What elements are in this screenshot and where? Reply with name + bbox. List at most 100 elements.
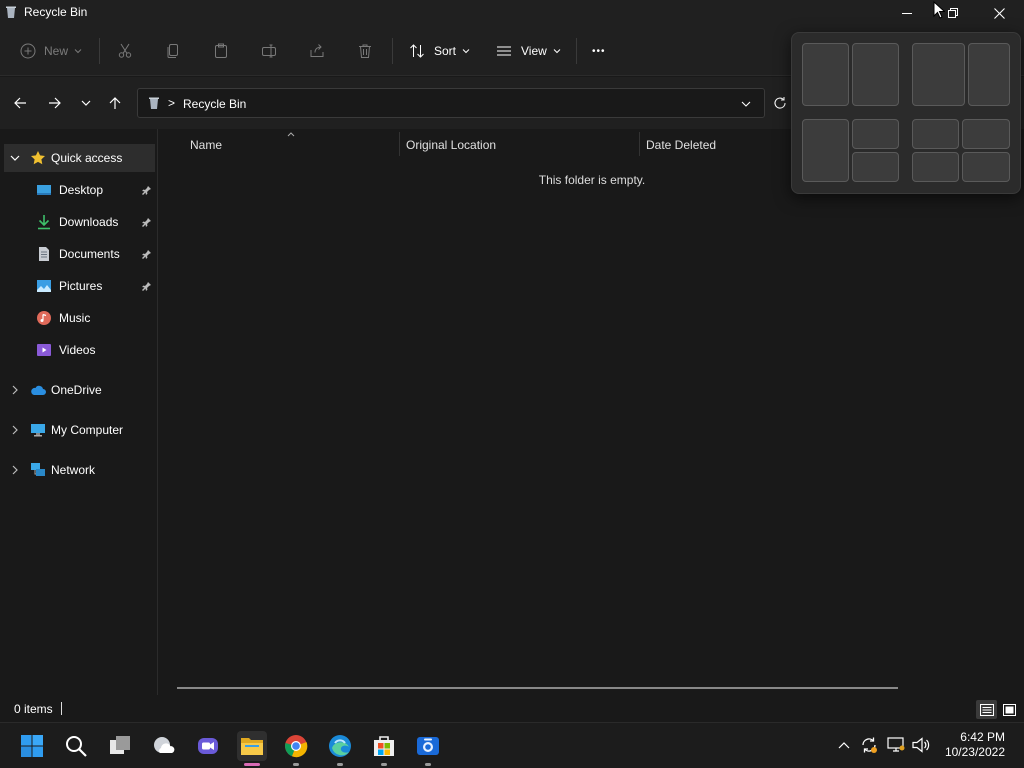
chevron-down-icon <box>462 49 470 54</box>
forward-button[interactable] <box>45 92 65 114</box>
sidebar-item-network[interactable]: Network <box>4 456 155 484</box>
sidebar-item-onedrive[interactable]: OneDrive <box>4 376 155 404</box>
camera-taskbar-button[interactable] <box>413 731 443 766</box>
large-icons-view-button[interactable] <box>999 700 1020 719</box>
sidebar-item-music[interactable]: Music <box>36 304 156 332</box>
sidebar-item-label: Downloads <box>59 215 119 229</box>
snap-zone-quad-bottom-left[interactable] <box>912 152 959 182</box>
snap-zone-quad-top-left[interactable] <box>912 119 959 149</box>
share-button[interactable] <box>309 39 325 63</box>
folder-icon <box>241 738 263 755</box>
share-icon <box>310 44 324 57</box>
sidebar-item-my-computer[interactable]: My Computer <box>4 416 155 444</box>
snap-zone-halves-right[interactable] <box>852 43 899 106</box>
snap-zone-quad-top-right[interactable] <box>962 119 1010 149</box>
column-divider[interactable] <box>399 132 400 156</box>
sidebar-item-desktop[interactable]: Desktop <box>36 176 156 204</box>
address-bar[interactable]: > Recycle Bin <box>137 88 765 118</box>
view-button[interactable]: View <box>496 39 561 63</box>
up-button[interactable] <box>105 92 125 114</box>
back-button[interactable] <box>10 92 30 114</box>
chat-button[interactable] <box>193 731 223 761</box>
chevron-right-icon[interactable] <box>10 465 20 475</box>
start-button[interactable] <box>17 731 47 761</box>
navigation-pane: Quick access Desktop Downloads Documents… <box>0 129 158 695</box>
store-taskbar-button[interactable] <box>369 731 399 766</box>
sidebar-item-documents[interactable]: Documents <box>36 240 156 268</box>
chevron-right-icon[interactable] <box>10 425 20 435</box>
sort-button[interactable]: Sort <box>409 39 470 63</box>
snap-zone-narrow-right[interactable] <box>968 43 1010 106</box>
snap-zone-top-right[interactable] <box>852 119 899 149</box>
rename-button[interactable] <box>261 39 277 63</box>
cloud-icon <box>31 385 46 395</box>
sidebar-item-label: My Computer <box>51 423 124 437</box>
task-view-button[interactable] <box>105 731 135 761</box>
weather-cloud-icon <box>154 737 175 753</box>
cut-button[interactable] <box>117 39 133 63</box>
sync-icon[interactable] <box>860 736 878 754</box>
widgets-button[interactable] <box>149 731 179 761</box>
view-label: View <box>521 44 547 58</box>
breadcrumb-separator: > <box>168 96 176 110</box>
snap-zone-bottom-right[interactable] <box>852 152 899 182</box>
edge-taskbar-button[interactable] <box>325 731 355 766</box>
sidebar-item-label: Pictures <box>59 279 103 293</box>
sidebar-item-label: Music <box>59 311 91 325</box>
file-list: Name Original Location Date Deleted This… <box>160 129 1024 695</box>
refresh-button[interactable] <box>770 92 790 114</box>
music-icon <box>37 311 51 325</box>
videos-icon <box>37 344 51 356</box>
chevron-down-icon[interactable] <box>10 153 20 163</box>
text-caret <box>61 702 62 715</box>
chrome-taskbar-button[interactable] <box>281 731 311 766</box>
arrow-up-icon <box>109 97 121 109</box>
refresh-icon <box>774 97 786 109</box>
snap-zone-quad-bottom-right[interactable] <box>962 152 1010 182</box>
pictures-icon <box>37 280 51 292</box>
minimize-button[interactable] <box>884 0 930 26</box>
close-button[interactable] <box>976 0 1022 26</box>
snap-zone-main-left[interactable] <box>802 119 849 182</box>
network-tray-icon[interactable] <box>887 737 905 753</box>
paste-button[interactable] <box>213 39 229 63</box>
sidebar-item-downloads[interactable]: Downloads <box>36 208 156 236</box>
file-explorer-taskbar-button[interactable] <box>237 731 267 766</box>
sort-ascending-icon <box>287 132 295 137</box>
volume-icon[interactable] <box>912 737 930 753</box>
chevron-up-icon[interactable] <box>838 740 850 750</box>
active-indicator <box>244 763 260 766</box>
snap-layouts-flyout <box>791 32 1021 194</box>
document-icon <box>39 247 49 261</box>
column-divider[interactable] <box>639 132 640 156</box>
pin-icon <box>142 218 151 227</box>
snap-zone-wide-left[interactable] <box>912 43 965 106</box>
see-more-button[interactable]: ••• <box>592 39 606 63</box>
title-bar: Recycle Bin <box>0 0 1024 26</box>
breadcrumb-location[interactable]: Recycle Bin <box>183 97 246 111</box>
copy-button[interactable] <box>165 39 181 63</box>
search-button[interactable] <box>61 731 91 761</box>
details-view-button[interactable] <box>976 700 997 719</box>
sidebar-item-pictures[interactable]: Pictures <box>36 272 156 300</box>
scissors-icon <box>118 43 132 58</box>
snap-zone-halves-left[interactable] <box>802 43 849 106</box>
copy-icon <box>167 44 178 58</box>
toolbar-divider <box>576 38 577 64</box>
system-clock[interactable]: 6:42 PM 10/23/2022 <box>945 730 1005 760</box>
running-indicator <box>337 763 343 766</box>
column-header-name[interactable]: Name <box>190 138 222 152</box>
recent-locations-button[interactable] <box>76 92 96 114</box>
chevron-right-icon[interactable] <box>10 385 20 395</box>
delete-button[interactable] <box>357 39 373 63</box>
chrome-icon <box>285 735 308 758</box>
column-header-original-location[interactable]: Original Location <box>406 138 496 152</box>
sidebar-item-quick-access[interactable]: Quick access <box>4 144 155 172</box>
new-button[interactable]: New <box>20 39 82 63</box>
sidebar-item-videos[interactable]: Videos <box>36 336 156 364</box>
chevron-down-icon[interactable] <box>741 99 751 109</box>
sort-label: Sort <box>434 44 457 58</box>
column-header-date-deleted[interactable]: Date Deleted <box>646 138 716 152</box>
minimize-icon <box>902 13 912 14</box>
horizontal-scrollbar[interactable] <box>177 687 898 689</box>
